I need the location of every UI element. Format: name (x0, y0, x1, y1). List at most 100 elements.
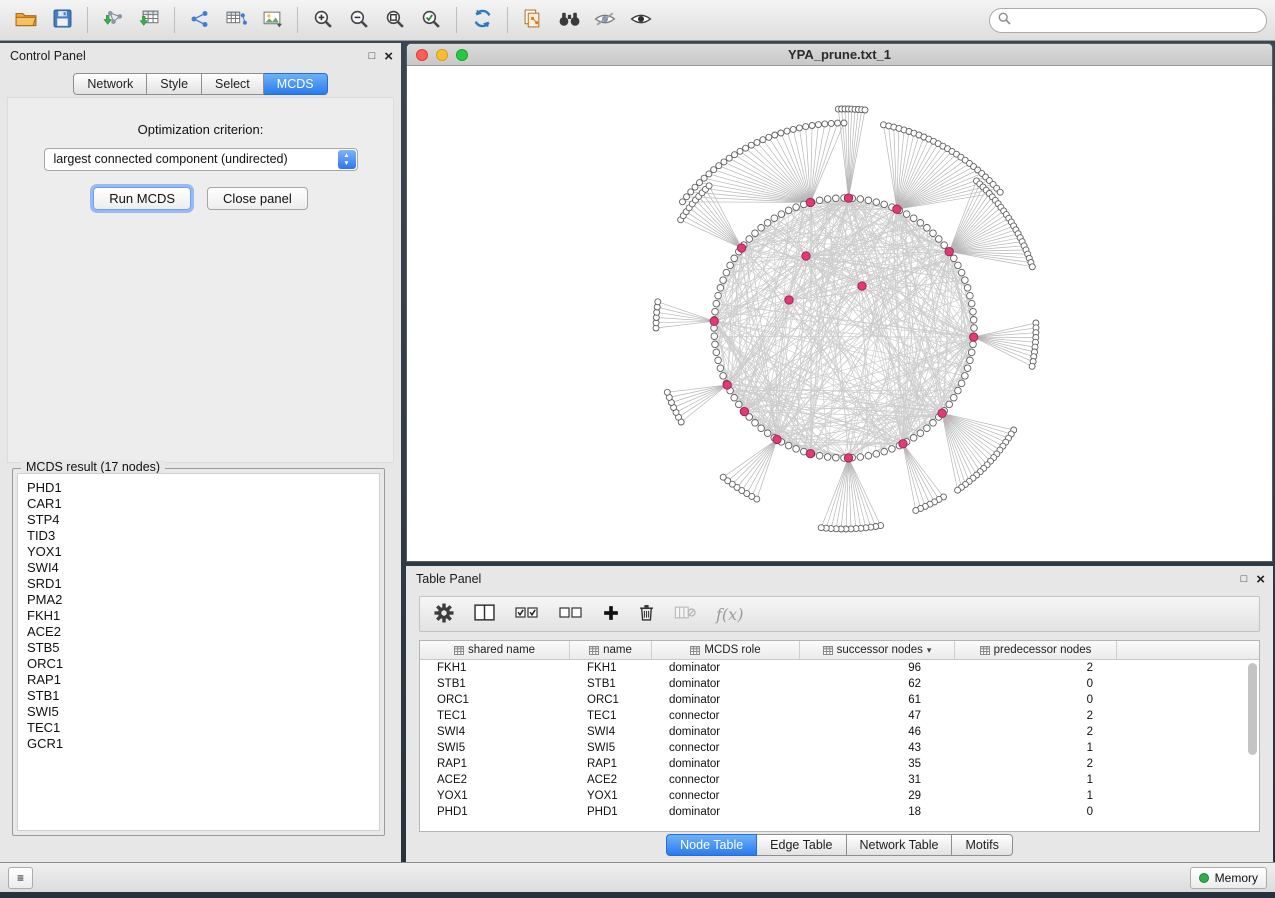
mcds-result-item[interactable]: YOX1 (27, 544, 370, 560)
table-row[interactable]: YOX1 YOX1 connector 29 1 (420, 788, 1259, 804)
tab-motifs[interactable]: Motifs (952, 834, 1012, 856)
mcds-result-item[interactable]: PHD1 (27, 480, 370, 496)
column-grid-icon (823, 646, 833, 655)
tab-style[interactable]: Style (147, 73, 202, 95)
show-column-button[interactable] (474, 604, 495, 624)
network-canvas[interactable] (407, 66, 1272, 561)
mcds-result-item[interactable]: RAP1 (27, 672, 370, 688)
refresh-layout-button[interactable] (464, 4, 500, 36)
show-details-button[interactable] (623, 4, 659, 36)
mcds-result-item[interactable]: TEC1 (27, 720, 370, 736)
hide-details-button[interactable] (587, 4, 623, 36)
clear-column-icon (674, 605, 696, 623)
mcds-result-item[interactable]: SRD1 (27, 576, 370, 592)
table-row[interactable]: RAP1 RAP1 dominator 35 2 (420, 756, 1259, 772)
close-panel-icon[interactable]: × (1256, 572, 1265, 587)
table-row[interactable]: TEC1 TEC1 connector 47 2 (420, 708, 1259, 724)
tab-select[interactable]: Select (202, 73, 264, 95)
search-box[interactable] (989, 8, 1267, 33)
mcds-result-item[interactable]: TID3 (27, 528, 370, 544)
column-header-mcds-role[interactable]: MCDS role (652, 641, 800, 659)
float-panel-icon[interactable]: □ (1241, 566, 1248, 592)
tab-mcds[interactable]: MCDS (264, 73, 328, 95)
column-header-successor-nodes[interactable]: successor nodes ▾ (800, 641, 955, 659)
tab-network-table[interactable]: Network Table (847, 834, 953, 856)
mcds-result-item[interactable]: CAR1 (27, 496, 370, 512)
close-window-icon[interactable] (416, 49, 428, 61)
create-column-button[interactable] (603, 605, 619, 624)
network-share-button[interactable] (182, 4, 218, 36)
table-row[interactable]: FKH1 FKH1 dominator 96 2 (420, 660, 1259, 676)
save-icon (53, 9, 72, 31)
open-folder-icon (15, 10, 37, 31)
export-image-button[interactable] (254, 4, 290, 36)
mcds-result-item[interactable]: GCR1 (27, 736, 370, 752)
zoom-in-button[interactable] (305, 4, 341, 36)
column-grid-icon (980, 646, 990, 655)
column-header-predecessor-nodes[interactable]: predecessor nodes (955, 641, 1117, 659)
import-network-button[interactable] (95, 4, 131, 36)
select-all-button[interactable] (515, 606, 539, 622)
zoom-selected-button[interactable] (413, 4, 449, 36)
mcds-result-item[interactable]: STP4 (27, 512, 370, 528)
network-from-table-button[interactable] (218, 4, 254, 36)
table-row[interactable]: SWI5 SWI5 connector 43 1 (420, 740, 1259, 756)
function-builder-button[interactable]: f(x) (716, 605, 743, 624)
search-input[interactable] (1016, 13, 1258, 27)
table-row[interactable]: PHD1 PHD1 dominator 18 0 (420, 804, 1259, 820)
zoom-fit-button[interactable] (377, 4, 413, 36)
minimize-window-icon[interactable] (436, 49, 448, 61)
table-row[interactable]: SWI4 SWI4 dominator 46 2 (420, 724, 1259, 740)
import-network-icon (103, 9, 124, 31)
import-table-button[interactable] (131, 4, 167, 36)
memory-button[interactable]: Memory (1190, 867, 1267, 889)
table-row[interactable]: ACE2 ACE2 connector 31 1 (420, 772, 1259, 788)
task-history-button[interactable]: ≡ (8, 867, 33, 889)
mcds-result-item[interactable]: SWI5 (27, 704, 370, 720)
tab-node-table[interactable]: Node Table (666, 834, 757, 856)
maximize-window-icon[interactable] (456, 49, 468, 61)
table-settings-button[interactable] (434, 603, 454, 626)
network-from-table-icon (226, 9, 247, 31)
main-toolbar (0, 0, 1275, 41)
column-header-shared-name[interactable]: shared name (420, 641, 570, 659)
table-row[interactable]: STB1 STB1 dominator 62 0 (420, 676, 1259, 692)
save-button[interactable] (44, 4, 80, 36)
control-panel-title: Control Panel (10, 49, 86, 63)
find-button[interactable] (551, 4, 587, 36)
tab-edge-table[interactable]: Edge Table (757, 834, 846, 856)
copy-network-button[interactable] (515, 4, 551, 36)
network-window-title: YPA_prune.txt_1 (407, 47, 1272, 62)
network-graph[interactable] (407, 66, 1272, 561)
mcds-result-item[interactable]: ORC1 (27, 656, 370, 672)
deselect-all-button[interactable] (559, 606, 583, 622)
clear-column-button[interactable] (674, 605, 696, 623)
export-image-icon (262, 10, 283, 31)
zoom-out-button[interactable] (341, 4, 377, 36)
open-folder-button[interactable] (8, 4, 44, 36)
network-window-titlebar[interactable]: YPA_prune.txt_1 (407, 44, 1272, 66)
mcds-result-item[interactable]: FKH1 (27, 608, 370, 624)
table-header-row: shared name name MCDS role successor nod… (420, 641, 1259, 660)
mcds-result-item[interactable]: PMA2 (27, 592, 370, 608)
node-table[interactable]: shared name name MCDS role successor nod… (419, 640, 1260, 832)
control-panel: Control Panel □ × Network Style Select M… (0, 43, 401, 862)
table-row[interactable]: ORC1 ORC1 dominator 61 0 (420, 692, 1259, 708)
mcds-result-item[interactable]: ACE2 (27, 624, 370, 640)
tab-network[interactable]: Network (73, 73, 147, 95)
mcds-result-item[interactable]: SWI4 (27, 560, 370, 576)
control-panel-tabs: Network Style Select MCDS (73, 73, 327, 95)
column-header-name[interactable]: name (570, 641, 652, 659)
close-panel-button[interactable]: Close panel (207, 187, 308, 210)
float-panel-icon[interactable]: □ (369, 43, 376, 69)
table-scrollbar[interactable] (1248, 663, 1257, 755)
mcds-result-item[interactable]: STB5 (27, 640, 370, 656)
run-mcds-button[interactable]: Run MCDS (93, 187, 191, 210)
criterion-dropdown[interactable]: largest connected component (undirected)… (44, 148, 358, 171)
delete-column-button[interactable] (639, 604, 654, 624)
memory-status-icon (1199, 873, 1209, 883)
close-panel-icon[interactable]: × (384, 49, 393, 64)
mcds-result-list[interactable]: PHD1CAR1STP4TID3YOX1SWI4SRD1PMA2FKH1ACE2… (17, 473, 380, 831)
eye-icon (630, 11, 652, 30)
mcds-result-item[interactable]: STB1 (27, 688, 370, 704)
